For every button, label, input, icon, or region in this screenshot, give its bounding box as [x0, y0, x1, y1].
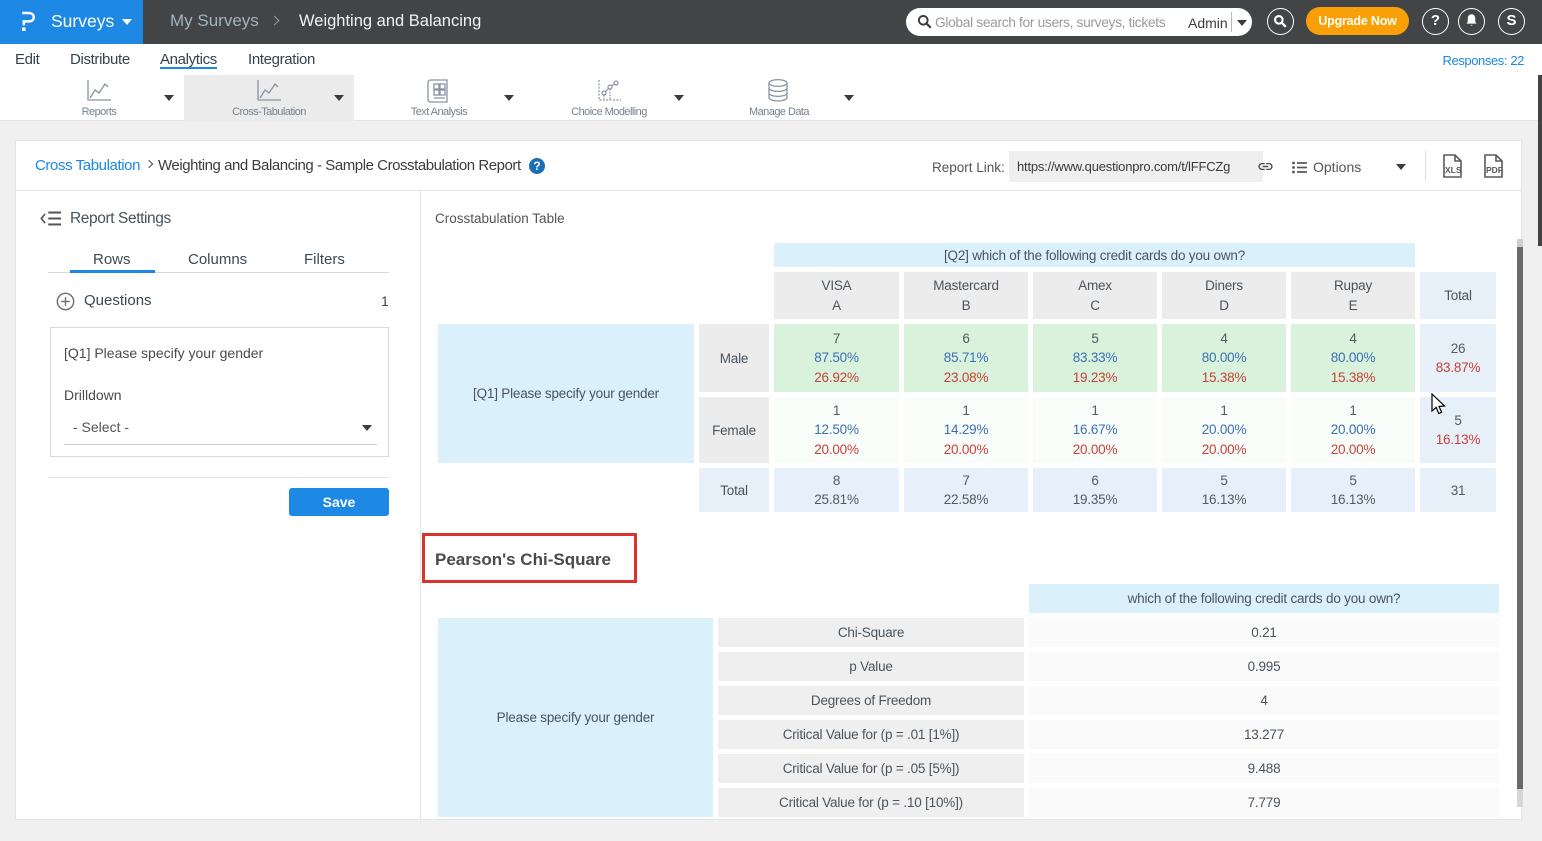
svg-text:PDF: PDF: [1486, 165, 1503, 175]
svg-text:XLS: XLS: [1445, 165, 1462, 175]
